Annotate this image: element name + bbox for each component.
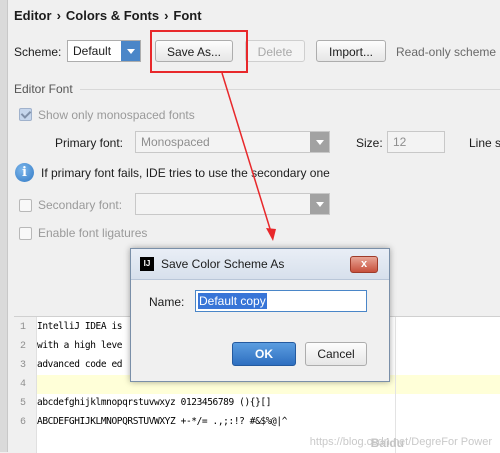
watermark-text: https://blog.csdn.net/DegreFor Power	[309, 436, 492, 448]
cancel-button[interactable]: Cancel	[305, 342, 367, 366]
dialog-title: Save Color Scheme As	[161, 257, 285, 271]
annotation-arrow	[221, 72, 276, 241]
intellij-logo-icon: IJ	[140, 257, 154, 271]
save-color-scheme-dialog: IJ Save Color Scheme As x Name: Default …	[130, 248, 390, 382]
close-icon[interactable]: x	[350, 256, 378, 273]
name-label: Name:	[149, 295, 185, 309]
scheme-name-value: Default copy	[198, 293, 267, 309]
ok-button[interactable]: OK	[232, 342, 296, 366]
dialog-title-bar: IJ Save Color Scheme As x	[131, 249, 389, 280]
scheme-name-input[interactable]: Default copy	[195, 290, 367, 312]
